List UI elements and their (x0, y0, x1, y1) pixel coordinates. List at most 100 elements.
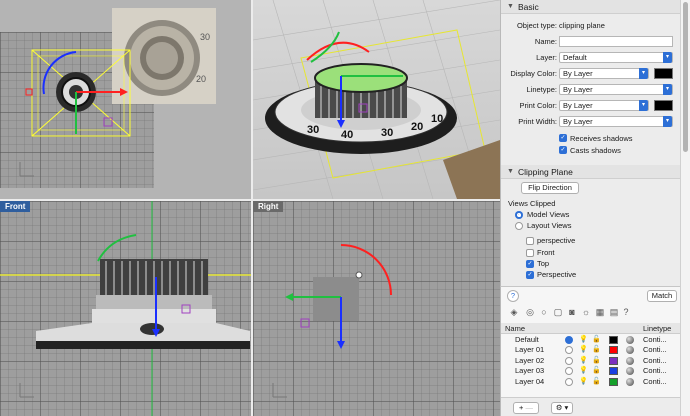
material-icon[interactable] (626, 377, 634, 386)
model-views-label: Model Views (527, 210, 570, 219)
basic-section-header[interactable]: ▼ Basic (501, 0, 681, 14)
layer-color-swatch[interactable] (609, 356, 618, 365)
object-tab-icon[interactable]: ▢ (553, 307, 563, 317)
layer-linetype: Conti... (643, 345, 667, 355)
layers-footer: + — ⚙ ▾ (501, 397, 681, 416)
layer-row[interactable]: Default 💡 🔓 Conti... (501, 335, 681, 345)
add-layer-button[interactable]: + — (513, 402, 539, 414)
layer-color-swatch[interactable] (609, 377, 618, 386)
clipping-plane-section-header[interactable]: ▼ Clipping Plane (501, 165, 681, 179)
layout-views-radio[interactable] (515, 222, 523, 230)
layer-row: Layer: Default ▾ (501, 52, 681, 64)
layer-row[interactable]: Layer 01 💡 🔓 Conti... (501, 345, 681, 355)
lock-icon[interactable]: 🔓 (592, 335, 601, 343)
receives-shadows-checkbox[interactable]: ✓ (559, 134, 567, 142)
dial-number: 40 (341, 129, 353, 141)
basic-section-title: Basic (518, 2, 539, 12)
grid-tab-icon[interactable]: ▦ (595, 307, 605, 317)
material-tab-icon[interactable]: ○ (539, 307, 549, 317)
layer-row[interactable]: Layer 03 💡 🔓 Conti... (501, 366, 681, 376)
display-color-swatch[interactable] (654, 68, 673, 79)
dial-number: 30 (381, 127, 393, 139)
lock-icon[interactable]: 🔓 (592, 366, 601, 374)
lightbulb-icon[interactable]: 💡 (579, 356, 588, 364)
view-checkbox-top[interactable]: ✓ (526, 260, 534, 268)
print-color-select[interactable]: By Layer ▾ (559, 100, 649, 111)
layer-color-swatch[interactable] (609, 346, 618, 355)
view-checkbox-front[interactable] (526, 249, 534, 257)
layer-name: Layer 02 (515, 355, 545, 365)
lightbulb-icon[interactable]: 💡 (579, 366, 588, 374)
right-viewport-label[interactable]: Right (253, 201, 284, 212)
front-viewport-label[interactable]: Front (0, 201, 31, 212)
casts-shadows-row[interactable]: ✓ Casts shadows (501, 145, 681, 157)
model-views-radio[interactable] (515, 211, 523, 219)
linetype-column-header[interactable]: Linetype (643, 324, 671, 333)
lock-icon[interactable]: 🔓 (592, 377, 601, 385)
lock-icon[interactable]: 🔓 (592, 345, 601, 353)
help-tab-icon[interactable]: ? (621, 307, 631, 317)
layer-color-swatch[interactable] (609, 336, 618, 344)
linetype-value: By Layer (563, 85, 593, 94)
object-type-row: Object type: clipping plane (501, 20, 681, 32)
layer-row[interactable]: Layer 02 💡 🔓 Conti... (501, 356, 681, 366)
help-icon[interactable]: ? (507, 290, 519, 302)
linetype-label: Linetype: (526, 85, 557, 94)
name-field[interactable] (559, 36, 673, 47)
chevron-down-icon: ▾ (663, 84, 672, 95)
layers-panel: ? Match ◈ ◎ ○ ▢ ◙ ☼ ▦ ▤ ? Name Linetype … (500, 286, 681, 416)
receives-shadows-row[interactable]: ✓ Receives shadows (501, 133, 681, 145)
lightbulb-icon[interactable]: 💡 (579, 345, 588, 353)
lightbulb-icon[interactable]: 💡 (579, 335, 588, 343)
layer-linetype: Conti... (643, 335, 667, 344)
material-icon[interactable] (626, 346, 634, 355)
print-color-swatch[interactable] (654, 100, 673, 111)
lightbulb-icon[interactable]: 💡 (579, 377, 588, 385)
layer-options-button[interactable]: ⚙ ▾ (551, 402, 573, 414)
match-button[interactable]: Match (647, 290, 677, 302)
minus-icon: — (525, 403, 533, 412)
lock-icon[interactable]: 🔓 (592, 356, 601, 364)
current-layer-radio[interactable] (565, 336, 573, 344)
dial-number: 20 (411, 121, 423, 133)
layers-tab-icon[interactable]: ◈ (509, 307, 519, 317)
chevron-down-icon: ▾ (663, 52, 672, 63)
front-viewport[interactable]: Front (0, 201, 251, 416)
current-layer-radio[interactable] (565, 367, 573, 376)
camera-tab-icon[interactable]: ◙ (567, 307, 577, 317)
object-type-label: Object type: (516, 21, 557, 30)
material-icon[interactable] (626, 336, 634, 344)
layer-row[interactable]: Layer 04 💡 🔓 Conti... (501, 377, 681, 387)
layer-linetype: Conti... (643, 355, 667, 365)
display-color-label: Display Color: (510, 69, 557, 78)
right-viewport[interactable]: Right (253, 201, 500, 416)
view-checkbox-perspective-lower[interactable] (526, 237, 534, 245)
view-checkbox-perspective[interactable]: ✓ (526, 271, 534, 279)
layer-linetype: Conti... (643, 366, 667, 376)
scrollbar-thumb[interactable] (683, 2, 688, 152)
casts-shadows-checkbox[interactable]: ✓ (559, 146, 567, 154)
layer-color-swatch[interactable] (609, 367, 618, 376)
name-column-header[interactable]: Name (505, 324, 525, 333)
svg-text:20: 20 (196, 74, 206, 84)
layer-select[interactable]: Default ▾ (559, 52, 673, 63)
display-tab-icon[interactable]: ◎ (525, 307, 535, 317)
display-color-select[interactable]: By Layer ▾ (559, 68, 649, 79)
name-label: Name: (534, 37, 557, 46)
view-label: Top (537, 259, 550, 268)
notes-tab-icon[interactable]: ▤ (609, 307, 619, 317)
panel-scrollbar[interactable] (680, 0, 690, 416)
perspective-viewport[interactable]: 40 30 30 20 10 (253, 0, 500, 199)
linetype-select[interactable]: By Layer ▾ (559, 84, 673, 95)
print-width-select[interactable]: By Layer ▾ (559, 116, 673, 127)
top-viewport[interactable]: 30 20 (0, 0, 251, 199)
current-layer-radio[interactable] (565, 346, 573, 355)
current-layer-radio[interactable] (565, 356, 573, 365)
disclosure-triangle-icon: ▼ (507, 168, 514, 175)
current-layer-radio[interactable] (565, 377, 573, 386)
chevron-down-icon: ▾ (639, 100, 648, 111)
material-icon[interactable] (626, 356, 634, 365)
sun-tab-icon[interactable]: ☼ (581, 307, 591, 317)
flip-direction-button[interactable]: Flip Direction (521, 182, 579, 194)
material-icon[interactable] (626, 367, 634, 376)
